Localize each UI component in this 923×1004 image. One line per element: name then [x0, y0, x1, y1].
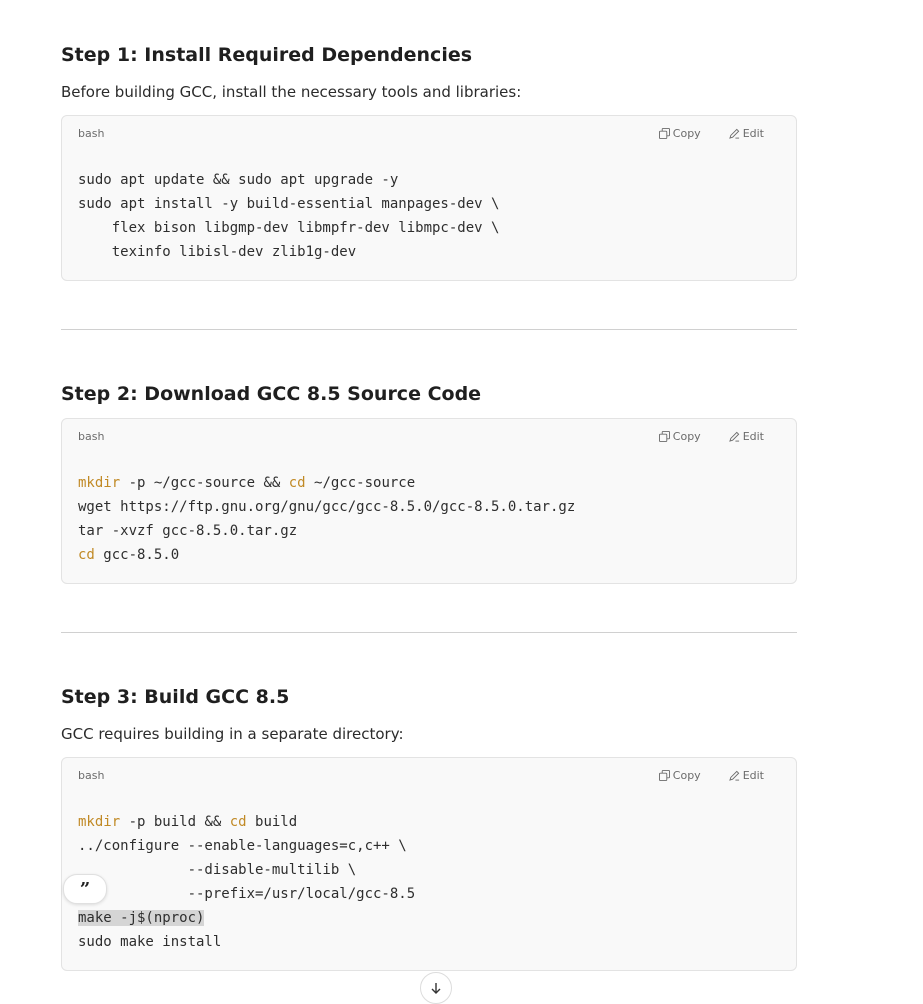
edit-label: Edit: [742, 127, 764, 140]
code-line: --prefix=/usr/local/gcc-8.5: [78, 886, 416, 902]
copy-icon: [658, 770, 670, 781]
edit-label: Edit: [742, 769, 764, 782]
copy-label: Copy: [672, 430, 701, 443]
code-keyword: cd: [78, 547, 95, 563]
selected-code-line: make -j$(nproc): [78, 910, 205, 926]
arrow-down-icon: [431, 983, 441, 994]
step-1-intro: Before building GCC, install the necessa…: [61, 83, 522, 101]
section-divider: [61, 632, 797, 633]
edit-label: Edit: [742, 430, 764, 443]
copy-icon: [658, 431, 670, 442]
copy-button[interactable]: Copy: [658, 127, 701, 140]
code-line: sudo apt update && sudo apt upgrade -y: [78, 172, 399, 188]
edit-icon: [728, 431, 739, 442]
code-keyword: cd: [229, 814, 247, 830]
step-1-heading: Step 1: Install Required Dependencies: [61, 44, 473, 66]
section-divider: [61, 329, 797, 330]
code-block-step-3: bash Copy Edit mkdir -p build && cd buil…: [61, 757, 797, 971]
code-content[interactable]: sudo apt update && sudo apt upgrade -y s…: [78, 168, 499, 264]
code-content[interactable]: mkdir -p build && cd build ../configure …: [78, 810, 415, 954]
code-header: bash Copy Edit: [78, 769, 780, 785]
code-actions: Copy Edit: [658, 127, 764, 140]
copy-button[interactable]: Copy: [658, 769, 701, 782]
code-language-label: bash: [78, 769, 105, 782]
code-line: sudo make install: [78, 934, 222, 950]
step-2-heading: Step 2: Download GCC 8.5 Source Code: [61, 383, 482, 405]
edit-button[interactable]: Edit: [728, 769, 764, 782]
code-line: texinfo libisl-dev zlib1g-dev: [78, 244, 357, 260]
step-3-heading: Step 3: Build GCC 8.5: [61, 686, 290, 708]
edit-button[interactable]: Edit: [728, 127, 764, 140]
code-block-step-1: bash Copy Edit sudo apt update && sudo a…: [61, 115, 797, 281]
code-text: ~/gcc-source: [305, 475, 416, 491]
code-content[interactable]: mkdir -p ~/gcc-source && cd ~/gcc-source…: [78, 471, 575, 567]
code-header: bash Copy Edit: [78, 430, 780, 446]
copy-button[interactable]: Copy: [658, 430, 701, 443]
code-keyword: cd: [288, 475, 306, 491]
quote-icon: ”: [79, 878, 91, 900]
code-keyword: mkdir: [78, 475, 121, 491]
code-keyword: mkdir: [78, 814, 121, 830]
scroll-to-bottom-button[interactable]: [420, 972, 452, 1004]
code-line: wget https://ftp.gnu.org/gnu/gcc/gcc-8.5…: [78, 499, 576, 515]
code-line: tar -xvzf gcc-8.5.0.tar.gz: [78, 523, 298, 539]
code-header: bash Copy Edit: [78, 127, 780, 143]
quote-selection-button[interactable]: ”: [63, 874, 107, 904]
code-text: build: [246, 814, 298, 830]
code-language-label: bash: [78, 430, 105, 443]
code-line: flex bison libgmp-dev libmpfr-dev libmpc…: [78, 220, 500, 236]
code-block-step-2: bash Copy Edit mkdir -p ~/gcc-source && …: [61, 418, 797, 584]
code-line: sudo apt install -y build-essential manp…: [78, 196, 500, 212]
copy-label: Copy: [672, 127, 701, 140]
edit-icon: [728, 770, 739, 781]
code-actions: Copy Edit: [658, 769, 764, 782]
code-line: ../configure --enable-languages=c,c++ \: [78, 838, 407, 854]
edit-icon: [728, 128, 739, 139]
copy-icon: [658, 128, 670, 139]
code-line: --disable-multilib \: [78, 862, 357, 878]
edit-button[interactable]: Edit: [728, 430, 764, 443]
code-language-label: bash: [78, 127, 105, 140]
code-text: -p ~/gcc-source &&: [120, 475, 289, 491]
code-text: -p build &&: [120, 814, 230, 830]
code-text: gcc-8.5.0: [94, 547, 180, 563]
copy-label: Copy: [672, 769, 701, 782]
step-3-intro: GCC requires building in a separate dire…: [61, 725, 404, 743]
code-actions: Copy Edit: [658, 430, 764, 443]
